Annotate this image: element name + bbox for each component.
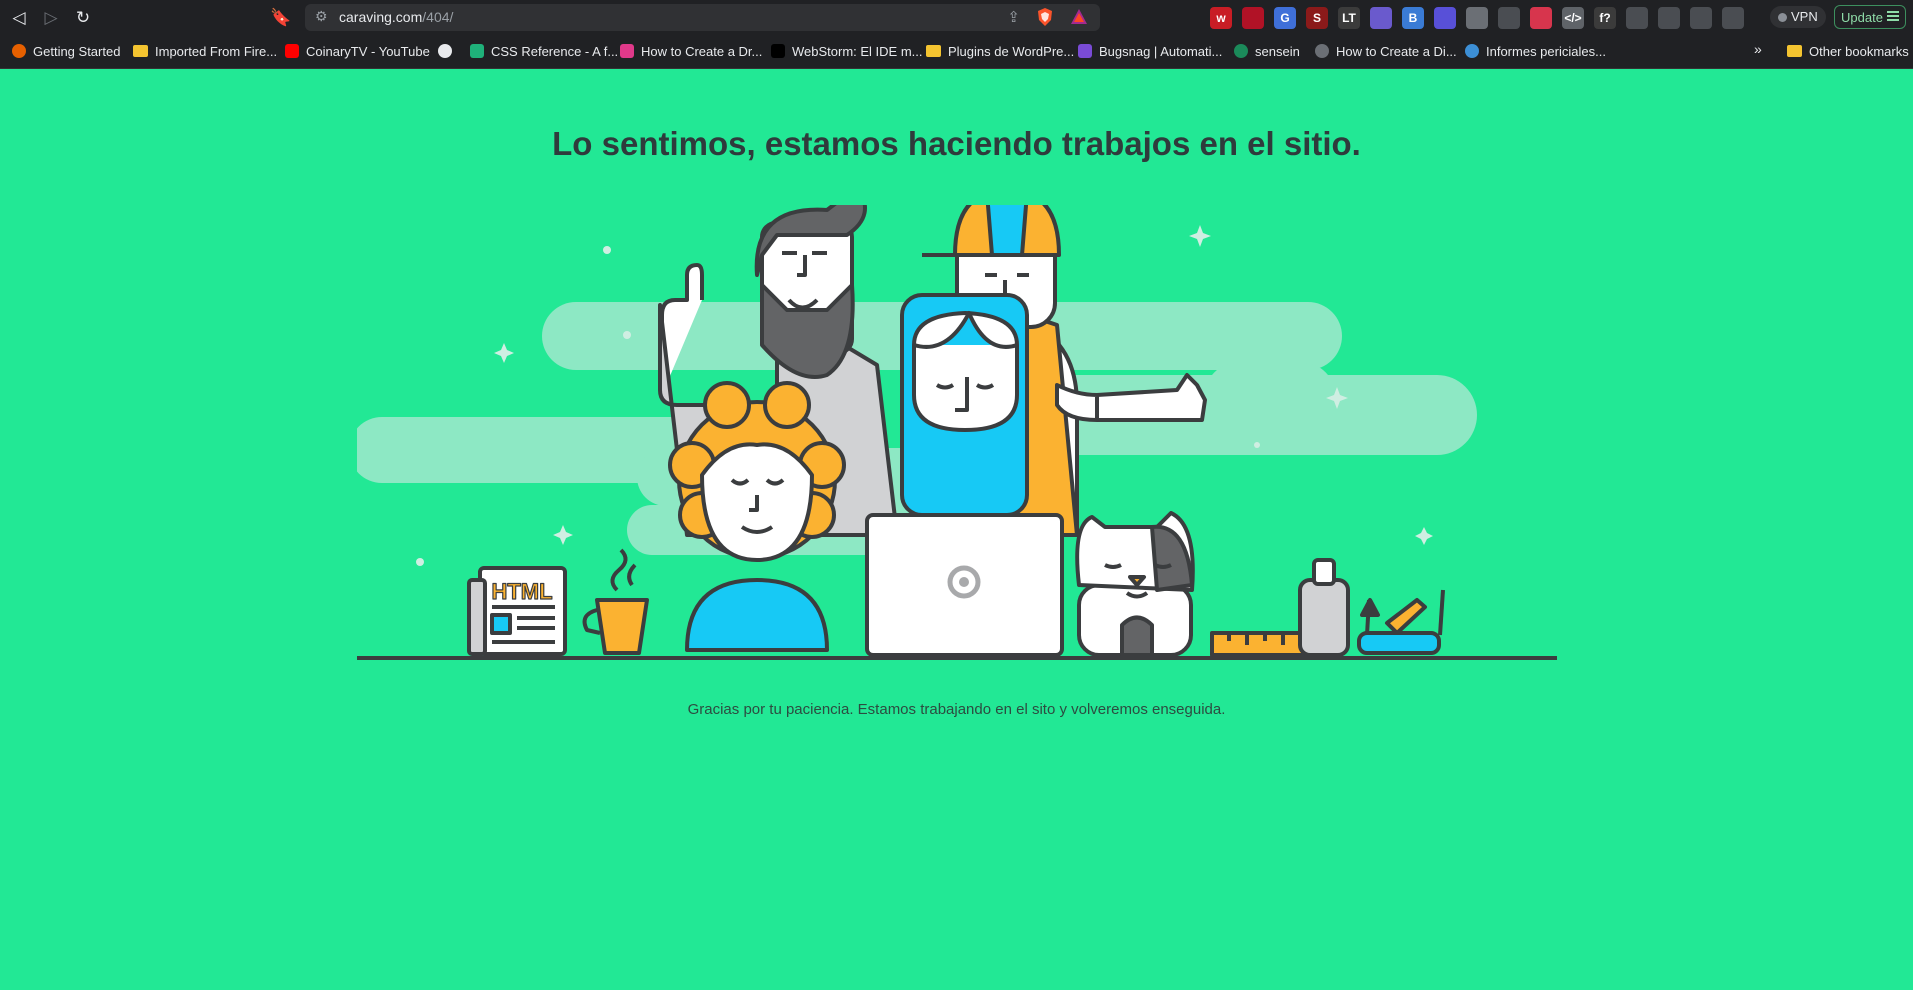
wordpress-icon [1465, 44, 1479, 58]
css-reference-icon [470, 44, 484, 58]
screenshot-icon[interactable] [1626, 7, 1648, 29]
bookmark-label: sensein [1255, 44, 1300, 59]
bookmark-item[interactable]: Plugins de WordPre... [926, 41, 1074, 63]
pen-holder [1357, 589, 1445, 655]
database-icon[interactable] [1466, 7, 1488, 29]
bookmark-item[interactable]: Other bookmarks [1787, 41, 1909, 63]
url-path: /404/ [422, 9, 454, 25]
vpn-button[interactable]: VPN [1770, 6, 1826, 28]
text-extension-icon[interactable]: LT [1338, 7, 1360, 29]
coffee-cup [582, 548, 649, 655]
font-extension-icon[interactable]: f? [1594, 7, 1616, 29]
asterisk-icon [620, 44, 634, 58]
bookmark-item[interactable] [438, 41, 459, 63]
spiral-icon [1315, 44, 1329, 58]
vpn-label: VPN [1791, 9, 1818, 24]
brave-rewards-icon[interactable] [1070, 8, 1088, 26]
bookmark-label: Bugsnag | Automati... [1099, 44, 1223, 59]
html-document-label: HTML [491, 579, 552, 604]
bookmark-item[interactable]: WebStorm: El IDE m... [771, 41, 923, 63]
maintenance-message: Gracias por tu paciencia. Estamos trabaj… [687, 701, 1226, 718]
bookmark-label: CoinaryTV - YouTube [306, 44, 430, 59]
timer-icon[interactable] [1498, 7, 1520, 29]
update-button[interactable]: Update [1834, 5, 1906, 29]
folder-icon [1787, 45, 1802, 57]
sensein-icon [1234, 44, 1248, 58]
bookmark-item[interactable]: How to Create a Di... [1315, 41, 1457, 63]
bookmark-label: Other bookmarks [1809, 44, 1909, 59]
sidebar-icon[interactable] [1690, 7, 1712, 29]
blue-hair-woman-figure [900, 293, 1029, 517]
vpn-status-icon [1778, 13, 1787, 22]
glue-bottle [1298, 558, 1350, 657]
browser-toolbar: ◁ ▷ ↻ 🔖 ⚙ caraving.com/404/ ⇪ w G S LT B </> f… [0, 0, 1913, 35]
update-label: Update [1841, 10, 1883, 25]
bookmark-label: Imported From Fire... [155, 44, 278, 59]
extensions-puzzle-icon[interactable] [1658, 7, 1680, 29]
s-extension-icon[interactable]: S [1306, 7, 1328, 29]
bookmarks-overflow-icon[interactable]: » [1754, 41, 1762, 57]
color-picker-icon[interactable] [1370, 7, 1392, 29]
bookmark-label: How to Create a Dr... [641, 44, 763, 59]
bookmark-item[interactable]: sensein [1234, 41, 1300, 63]
translate-icon[interactable]: G [1274, 7, 1296, 29]
back-icon[interactable]: ◁ [8, 7, 30, 29]
share-icon[interactable]: ⇪ [1007, 8, 1020, 26]
html-document: HTML [467, 566, 567, 656]
bookmark-item[interactable]: Informes periciales... [1465, 41, 1606, 63]
bookmark-item[interactable]: Getting Started [12, 41, 120, 63]
code-extension-icon[interactable]: </> [1562, 7, 1584, 29]
forward-icon[interactable]: ▷ [40, 7, 62, 29]
extensions-toolbar: w G S LT B </> f? [1210, 6, 1744, 30]
firefox-icon [12, 44, 26, 58]
menu-icon [1887, 11, 1899, 21]
brave-shields-icon[interactable] [1036, 7, 1054, 27]
youtube-icon [285, 44, 299, 58]
bookmark-label: Getting Started [33, 44, 121, 59]
folder-icon [926, 45, 941, 57]
translate2-icon[interactable]: B [1402, 7, 1424, 29]
bookmark-label: Plugins de WordPre... [948, 44, 1075, 59]
wallet-icon[interactable] [1722, 7, 1744, 29]
bookmark-item[interactable]: CoinaryTV - YouTube [285, 41, 430, 63]
bookmark-item[interactable]: How to Create a Dr... [620, 41, 762, 63]
bookmark-item[interactable]: Imported From Fire... [133, 41, 277, 63]
maintenance-illustration: HTML [357, 205, 1557, 660]
bookmark-label: Informes periciales... [1486, 44, 1606, 59]
react-devtools-icon[interactable] [1434, 7, 1456, 29]
url-text[interactable]: caraving.com/404/ [339, 9, 453, 25]
address-bar[interactable]: ⚙ caraving.com/404/ ⇪ [305, 4, 1100, 31]
cat-figure [1075, 511, 1195, 657]
bookmarks-bar: Getting Started Imported From Fire... Coin… [0, 35, 1913, 69]
reload-icon[interactable]: ↻ [72, 7, 94, 29]
bookmark-label: CSS Reference - A f... [491, 44, 619, 59]
url-domain: caraving.com [339, 9, 423, 25]
bookmark-label: How to Create a Di... [1336, 44, 1457, 59]
grid-extension-icon[interactable] [1530, 7, 1552, 29]
globe-icon [438, 44, 452, 58]
folder-icon [133, 45, 148, 57]
ublock-icon[interactable] [1242, 7, 1264, 29]
page-title: Lo sentimos, estamos haciendo trabajos e… [552, 125, 1361, 162]
bookmark-page-icon[interactable]: 🔖 [270, 7, 292, 29]
webstorm-icon [771, 44, 785, 58]
w-extension-icon[interactable]: w [1210, 7, 1232, 29]
bookmark-item[interactable]: Bugsnag | Automati... [1078, 41, 1222, 63]
bookmark-item[interactable]: CSS Reference - A f... [470, 41, 618, 63]
site-info-icon[interactable]: ⚙ [315, 8, 328, 25]
laptop [865, 513, 1064, 657]
bookmark-label: WebStorm: El IDE m... [792, 44, 923, 59]
bugsnag-icon [1078, 44, 1092, 58]
